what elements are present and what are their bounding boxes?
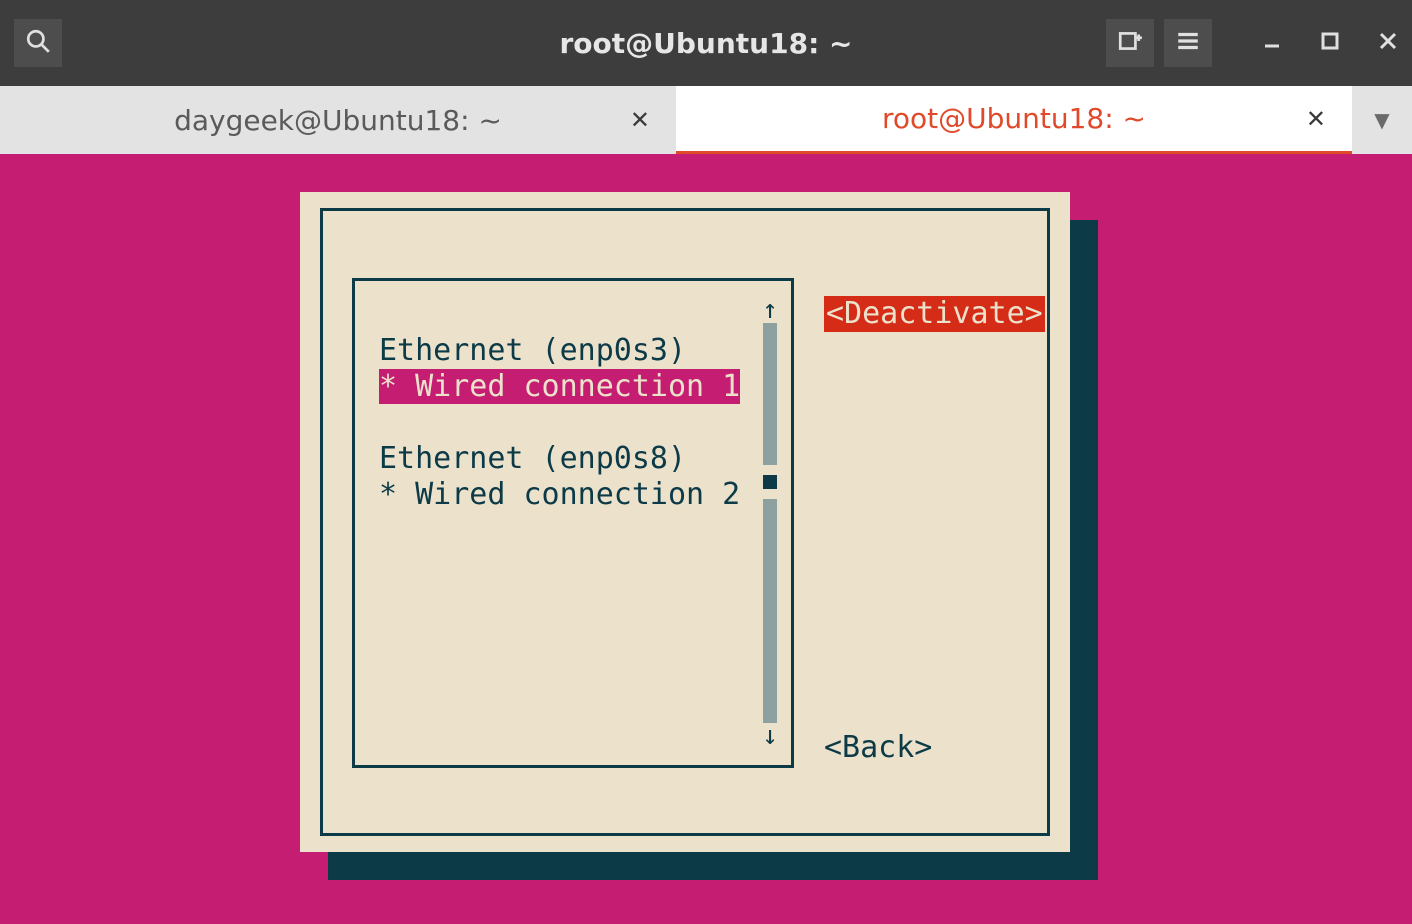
interface-header: Ethernet (enp0s3) — [379, 333, 686, 368]
chevron-down-icon: ▼ — [1374, 108, 1389, 132]
scroll-gap — [763, 465, 777, 475]
maximize-button[interactable] — [1320, 31, 1340, 56]
tabs-dropdown-button[interactable]: ▼ — [1352, 86, 1412, 154]
tab-daygeek[interactable]: daygeek@Ubuntu18: ~ ✕ — [0, 86, 676, 154]
tab-root[interactable]: root@Ubuntu18: ~ ✕ — [676, 86, 1352, 154]
menu-button[interactable] — [1164, 19, 1212, 67]
search-button[interactable] — [14, 19, 62, 67]
scroll-up-arrow[interactable]: ↑ — [762, 297, 778, 323]
scroll-thumb-segment — [763, 499, 777, 723]
nmtui-dialog: Ethernet (enp0s3) * Wired connection 1 E… — [300, 192, 1070, 852]
close-icon — [1379, 31, 1397, 56]
tab-close-button[interactable]: ✕ — [1306, 105, 1326, 133]
window-titlebar: root@Ubuntu18: ~ — [0, 0, 1412, 86]
minimize-icon — [1263, 31, 1281, 56]
scroll-gap — [763, 489, 777, 499]
connection-item-selected[interactable]: * Wired connection 1 — [379, 369, 740, 404]
list-scrollbar[interactable]: ↑ ↓ — [761, 297, 779, 749]
connection-list: Ethernet (enp0s3) * Wired connection 1 E… — [379, 297, 740, 549]
search-icon — [25, 28, 51, 58]
connection-item[interactable]: * Wired connection 2 — [379, 477, 740, 512]
interface-header: Ethernet (enp0s8) — [379, 441, 686, 476]
connection-listbox[interactable]: Ethernet (enp0s3) * Wired connection 1 E… — [352, 278, 794, 768]
scroll-marker — [763, 475, 777, 489]
tab-strip: daygeek@Ubuntu18: ~ ✕ root@Ubuntu18: ~ ✕… — [0, 86, 1412, 154]
tab-close-button[interactable]: ✕ — [630, 106, 650, 134]
close-button[interactable] — [1378, 31, 1398, 56]
maximize-icon — [1321, 31, 1339, 56]
minimize-button[interactable] — [1262, 31, 1282, 56]
tab-label: root@Ubuntu18: ~ — [882, 102, 1146, 135]
deactivate-button[interactable]: <Deactivate> — [824, 296, 1045, 332]
close-icon: ✕ — [1306, 105, 1326, 133]
new-tab-button[interactable] — [1106, 19, 1154, 67]
back-button[interactable]: <Back> — [824, 730, 932, 766]
terminal-viewport: Ethernet (enp0s3) * Wired connection 1 E… — [0, 154, 1412, 924]
tab-label: daygeek@Ubuntu18: ~ — [174, 104, 502, 137]
close-icon: ✕ — [630, 106, 650, 134]
hamburger-icon — [1175, 28, 1201, 58]
scroll-down-arrow[interactable]: ↓ — [762, 723, 778, 749]
new-tab-icon — [1117, 28, 1143, 58]
scroll-thumb-segment — [763, 323, 777, 465]
scroll-track — [763, 323, 777, 723]
